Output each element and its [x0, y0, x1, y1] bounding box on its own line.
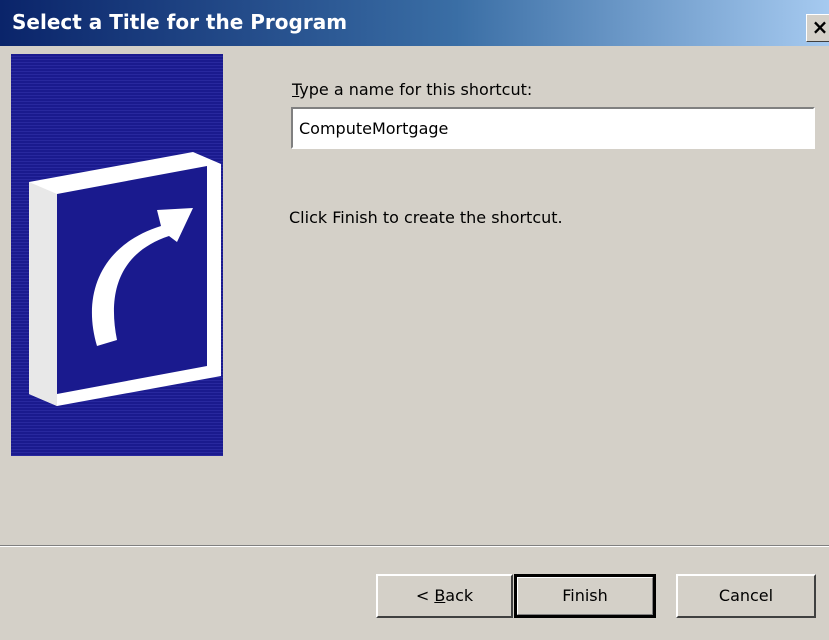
button-separator	[0, 545, 829, 547]
prompt-text: ype a name for this shortcut:	[299, 80, 533, 99]
name-prompt-label: Type a name for this shortcut:	[292, 80, 532, 99]
cancel-button[interactable]: Cancel	[676, 574, 816, 618]
finish-instruction: Click Finish to create the shortcut.	[289, 208, 563, 227]
finish-button[interactable]: Finish	[514, 574, 656, 618]
close-button[interactable]: ×	[806, 14, 829, 42]
back-rest: ack	[445, 586, 474, 605]
shortcut-name-input[interactable]	[291, 107, 815, 149]
close-icon: ×	[811, 15, 829, 39]
back-prefix: <	[415, 586, 435, 605]
back-button[interactable]: < Back	[376, 574, 513, 618]
wizard-banner-image	[11, 54, 223, 456]
window-title: Select a Title for the Program	[12, 10, 348, 34]
title-bar[interactable]: Select a Title for the Program ×	[0, 0, 829, 46]
back-accelerator: B	[434, 586, 446, 605]
shortcut-arrow-icon	[29, 152, 221, 406]
cancel-label: Cancel	[718, 586, 774, 605]
